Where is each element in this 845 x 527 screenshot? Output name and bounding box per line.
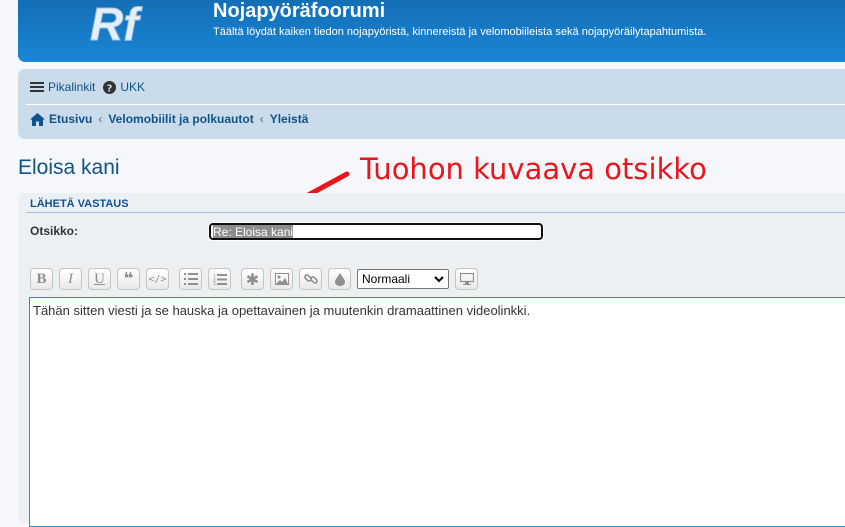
panel-divider <box>26 212 845 213</box>
font-size-value: Normaali <box>362 272 411 286</box>
numbered-list-icon: 1 2 3 <box>213 273 227 285</box>
svg-text:Rf: Rf <box>90 0 143 50</box>
bold-button[interactable]: B <box>30 268 53 290</box>
code-icon: </> <box>148 273 167 285</box>
quote-button[interactable]: ❝ <box>117 268 140 290</box>
question-icon: ? <box>103 80 117 94</box>
editor-toolbar: B I U ❝ </> 1 2 3 ✱ Normaali <box>30 268 484 290</box>
home-icon[interactable] <box>30 112 45 126</box>
italic-button[interactable]: I <box>59 268 82 290</box>
site-header: Rf Nojapyöräfoorumi Täältä löydät kaiken… <box>18 0 845 62</box>
breadcrumb-subforum[interactable]: Yleistä <box>270 112 309 126</box>
breadcrumb-separator: ‹ <box>98 112 103 126</box>
code-button[interactable]: </> <box>146 268 169 290</box>
preview-icon <box>459 273 474 285</box>
hamburger-icon <box>30 82 44 92</box>
font-color-button[interactable] <box>328 268 351 290</box>
preview-button[interactable] <box>455 268 478 290</box>
page-title[interactable]: Eloisa kani <box>18 156 120 180</box>
site-title[interactable]: Nojapyöräfoorumi <box>213 0 385 23</box>
breadcrumb-home[interactable]: Etusivu <box>49 112 92 126</box>
panel-heading: LÄHETÄ VASTAUS <box>30 198 129 210</box>
font-size-select[interactable]: Normaali <box>357 269 449 289</box>
breadcrumb: Etusivu ‹ Velomobiilit ja polkuautot ‹ Y… <box>30 112 308 126</box>
subject-label: Otsikko: <box>30 224 79 238</box>
list-icon <box>183 273 198 285</box>
underline-button[interactable]: U <box>88 268 111 290</box>
site-description: Täältä löydät kaiken tiedon nojapyöristä… <box>213 26 707 38</box>
svg-text:?: ? <box>107 83 113 94</box>
site-logo[interactable]: Rf <box>86 0 166 50</box>
italic-icon: I <box>68 270 73 287</box>
faq-label: UKK <box>120 80 146 94</box>
image-button[interactable] <box>270 268 293 290</box>
svg-text:3: 3 <box>213 281 216 285</box>
navbar: Pikalinkit ? UKK Etusivu ‹ Velomobiilit … <box>18 69 845 139</box>
underline-icon: U <box>94 270 105 287</box>
breadcrumb-forum[interactable]: Velomobiilit ja polkuautot <box>108 112 253 126</box>
numbered-list-button[interactable]: 1 2 3 <box>208 268 231 290</box>
reply-panel: LÄHETÄ VASTAUS Otsikko: B I U ❝ </> 1 <box>18 193 845 527</box>
chevron-down-icon <box>434 275 444 282</box>
color-icon <box>334 272 345 286</box>
asterisk-icon: ✱ <box>245 269 260 289</box>
list-item-button[interactable]: ✱ <box>241 268 264 290</box>
quick-links-row: Pikalinkit ? UKK <box>30 79 153 95</box>
subject-input[interactable] <box>208 222 544 241</box>
link-button[interactable] <box>299 268 322 290</box>
bold-icon: B <box>36 270 47 287</box>
faq-link[interactable]: ? UKK <box>103 80 145 94</box>
quick-links-label: Pikalinkit <box>48 80 96 94</box>
annotation-text: Tuohon kuvaava otsikko <box>360 152 707 186</box>
breadcrumb-separator: ‹ <box>259 112 264 126</box>
link-icon <box>303 274 318 284</box>
navbar-divider <box>26 104 845 105</box>
list-button[interactable] <box>179 268 202 290</box>
image-icon <box>274 273 289 285</box>
quick-links-menu[interactable]: Pikalinkit <box>30 80 95 94</box>
message-textarea[interactable]: Tähän sitten viesti ja se hauska ja opet… <box>29 297 845 527</box>
quote-icon: ❝ <box>123 269 134 289</box>
